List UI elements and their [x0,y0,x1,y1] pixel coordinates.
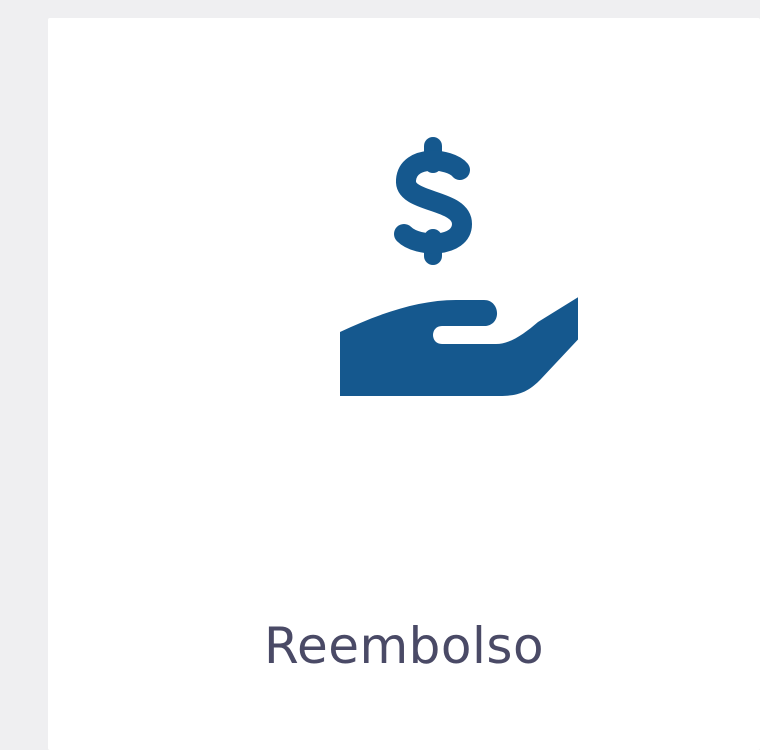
reembolso-card[interactable]: Reembolso [48,18,760,750]
card-label: Reembolso [263,617,545,675]
hand-holding-dollar-icon [278,118,578,408]
